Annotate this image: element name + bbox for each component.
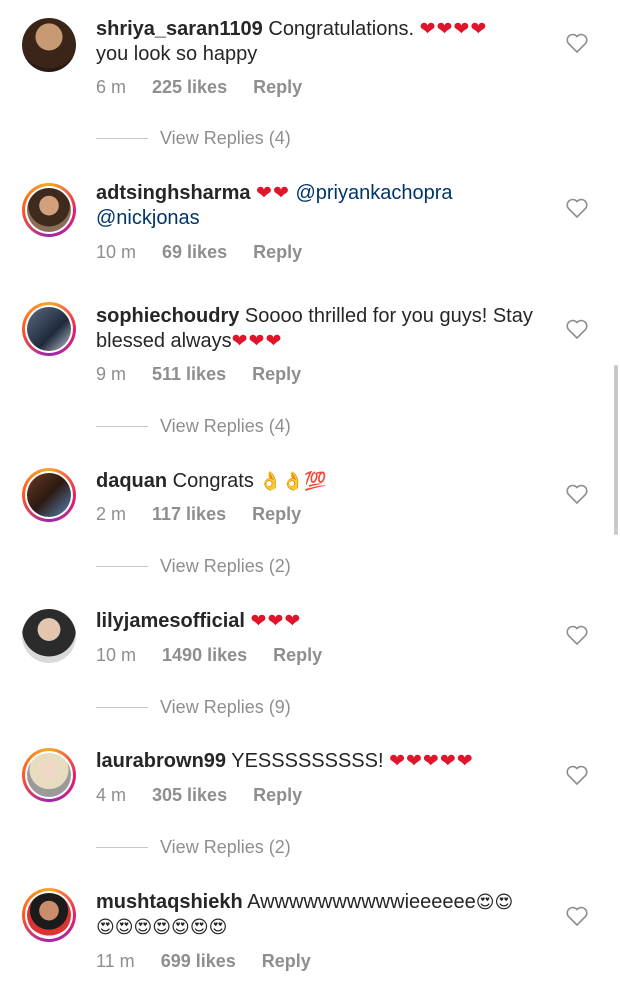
comment-meta: 6 m 225 likes Reply xyxy=(96,77,328,98)
heart-outline-icon[interactable] xyxy=(565,32,589,54)
heart-outline-icon[interactable] xyxy=(565,624,589,646)
reply-button[interactable]: Reply xyxy=(262,951,311,971)
scrollbar[interactable] xyxy=(614,365,618,535)
mention-link[interactable]: @priyankachopra xyxy=(295,182,452,204)
heart-outline-icon[interactable] xyxy=(565,764,589,786)
view-replies-button[interactable]: View Replies (2) xyxy=(96,556,291,577)
comment-likes[interactable]: 117 likes xyxy=(152,504,226,524)
comment-username[interactable]: lilyjamesofficial xyxy=(96,610,245,632)
comment-time: 6 m xyxy=(96,77,127,97)
comment-text: shriya_saran1109 Congratulations. ❤❤❤❤ y… xyxy=(96,18,488,65)
comment-meta: 2 m 117 likes Reply xyxy=(96,504,327,525)
comment-username[interactable]: shriya_saran1109 xyxy=(96,18,263,40)
comment-time: 10 m xyxy=(96,645,137,665)
comment-text: daquan Congrats 👌👌💯 xyxy=(96,470,327,492)
comment-username[interactable]: adtsinghsharma xyxy=(96,182,250,204)
comment-username[interactable]: daquan xyxy=(96,470,167,492)
emoji-group: 👌👌💯 xyxy=(259,471,327,492)
comment-likes[interactable]: 699 likes xyxy=(161,951,236,971)
comment-text: laurabrown99 YESSSSSSSSS! ❤❤❤❤❤ xyxy=(96,750,474,772)
comment-text: mushtaqshiekh Awwwwwwwwwwieeeeee😍😍 😍😍😍😍😍… xyxy=(96,891,514,938)
comment-meta: 4 m 305 likes Reply xyxy=(96,785,328,806)
comment-meta: 9 m 511 likes Reply xyxy=(96,364,327,385)
divider xyxy=(96,566,148,567)
heart-emoji: ❤❤❤❤❤ xyxy=(389,750,474,772)
avatar[interactable] xyxy=(22,18,76,72)
heart-emoji: ❤❤❤❤ xyxy=(419,18,488,40)
comment-likes[interactable]: 305 likes xyxy=(152,785,227,805)
avatar[interactable] xyxy=(22,888,76,942)
comment-meta: 10 m 1490 likes Reply xyxy=(96,645,348,666)
comment-time: 11 m xyxy=(96,951,135,971)
view-replies-button[interactable]: View Replies (4) xyxy=(96,416,291,437)
comment-time: 4 m xyxy=(96,785,127,805)
avatar[interactable] xyxy=(22,302,76,356)
heart-emoji: ❤❤ xyxy=(256,182,290,204)
view-replies-button[interactable]: View Replies (9) xyxy=(96,697,291,718)
divider xyxy=(96,426,148,427)
view-replies-button[interactable]: View Replies (2) xyxy=(96,837,291,858)
heart-outline-icon[interactable] xyxy=(565,318,589,340)
reply-button[interactable]: Reply xyxy=(253,242,302,262)
emoji-group: 😍😍😍😍😍😍😍 xyxy=(96,917,228,938)
avatar[interactable] xyxy=(22,468,76,522)
avatar[interactable] xyxy=(22,748,76,802)
heart-outline-icon[interactable] xyxy=(565,905,589,927)
comment-meta: 11 m 699 likes Reply xyxy=(96,951,337,972)
reply-button[interactable]: Reply xyxy=(252,364,301,384)
heart-emoji: ❤❤❤ xyxy=(250,610,302,632)
comment-likes[interactable]: 511 likes xyxy=(152,364,226,384)
comment-time: 9 m xyxy=(96,364,127,384)
comment-username[interactable]: mushtaqshiekh xyxy=(96,891,243,913)
reply-button[interactable]: Reply xyxy=(253,785,302,805)
comment-text: sophiechoudry Soooo thrilled for you guy… xyxy=(96,305,533,352)
comment-likes[interactable]: 1490 likes xyxy=(162,645,247,665)
comment-meta: 10 m 69 likes Reply xyxy=(96,242,328,263)
avatar[interactable] xyxy=(22,183,76,237)
divider xyxy=(96,847,148,848)
divider xyxy=(96,707,148,708)
comment-text: adtsinghsharma ❤❤ @priyankachopra @nickj… xyxy=(96,181,546,231)
reply-button[interactable]: Reply xyxy=(273,645,322,665)
view-replies-button[interactable]: View Replies (4) xyxy=(96,128,291,149)
mention-link[interactable]: @nickjonas xyxy=(96,207,200,229)
comment-username[interactable]: laurabrown99 xyxy=(96,750,226,772)
comment-likes[interactable]: 225 likes xyxy=(152,77,227,97)
avatar[interactable] xyxy=(22,609,76,663)
heart-emoji: ❤❤❤ xyxy=(231,330,283,352)
heart-outline-icon[interactable] xyxy=(565,197,589,219)
comment-likes[interactable]: 69 likes xyxy=(162,242,227,262)
comment-time: 2 m xyxy=(96,504,127,524)
reply-button[interactable]: Reply xyxy=(252,504,301,524)
heart-outline-icon[interactable] xyxy=(565,483,589,505)
divider xyxy=(96,138,148,139)
comment-time: 10 m xyxy=(96,242,137,262)
reply-button[interactable]: Reply xyxy=(253,77,302,97)
comment-text: lilyjamesofficial ❤❤❤ xyxy=(96,609,546,634)
comment-username[interactable]: sophiechoudry xyxy=(96,305,239,327)
emoji-group: 😍😍 xyxy=(475,892,514,913)
